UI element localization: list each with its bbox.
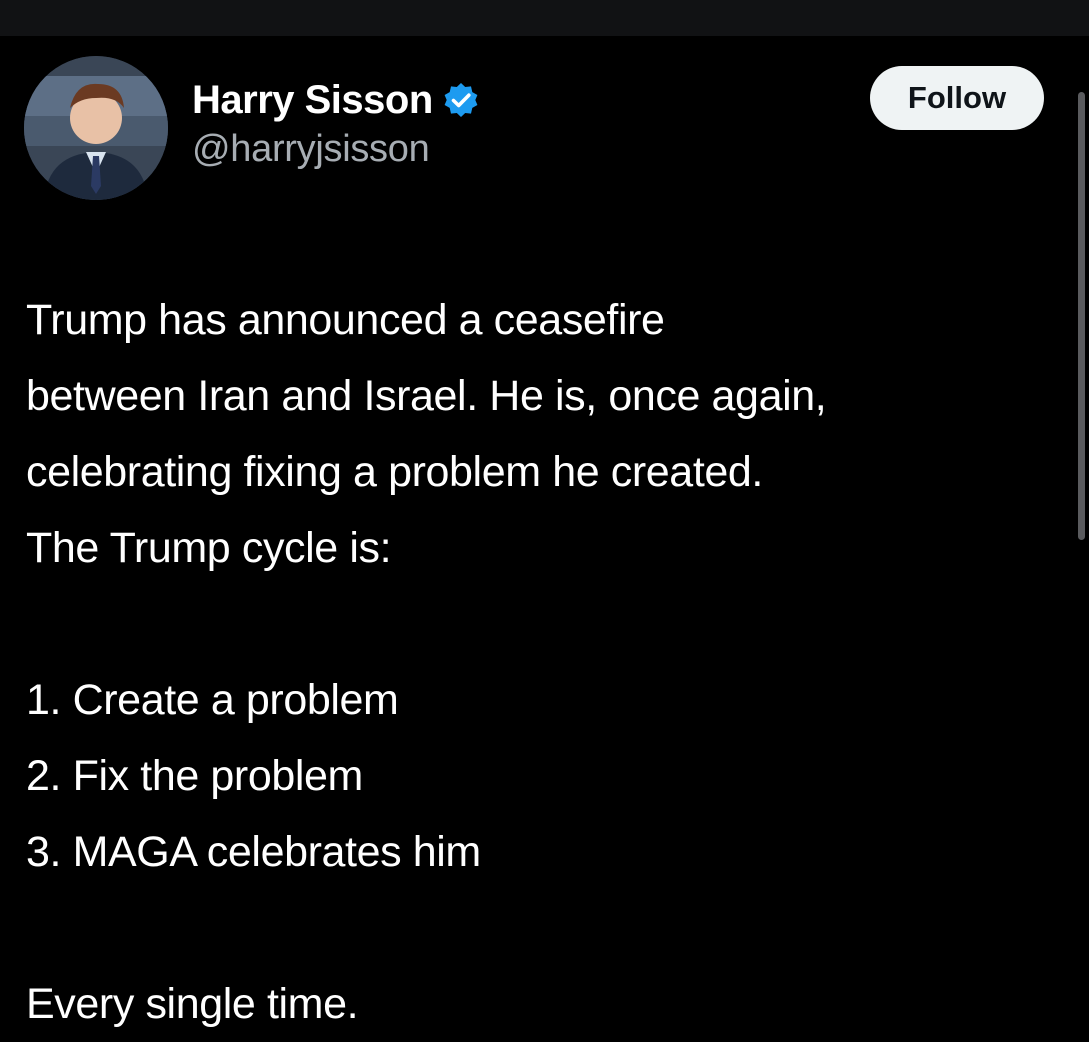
tweet-line: between Iran and Israel. He is, once aga… — [26, 372, 827, 420]
user-handle[interactable]: @harryjsisson — [192, 128, 479, 171]
author-info: Harry Sisson @harryjsisson — [192, 74, 479, 171]
list-item: 1. Create a problem — [26, 676, 399, 724]
list-item: 2. Fix the problem — [26, 752, 363, 800]
tweet-line: The Trump cycle is: — [26, 524, 392, 572]
list-item: 3. MAGA celebrates him — [26, 828, 481, 876]
tweet-text: Trump has announced a ceasefire between … — [26, 282, 1056, 1042]
scrollbar-thumb[interactable] — [1078, 92, 1085, 540]
verified-badge-icon — [443, 82, 479, 118]
top-bar — [0, 0, 1089, 36]
name-row: Harry Sisson — [192, 74, 479, 126]
tweet-header: Harry Sisson @harryjsisson Follow — [24, 56, 1044, 206]
scrollbar[interactable] — [1075, 36, 1089, 992]
avatar-photo — [24, 56, 168, 200]
avatar[interactable] — [24, 56, 168, 200]
tweet-line: celebrating fixing a problem he created. — [26, 448, 763, 496]
follow-button[interactable]: Follow — [870, 66, 1044, 130]
tweet-line: Trump has announced a ceasefire — [26, 296, 665, 344]
tweet-closing: Every single time. — [26, 980, 359, 1028]
display-name[interactable]: Harry Sisson — [192, 78, 433, 123]
